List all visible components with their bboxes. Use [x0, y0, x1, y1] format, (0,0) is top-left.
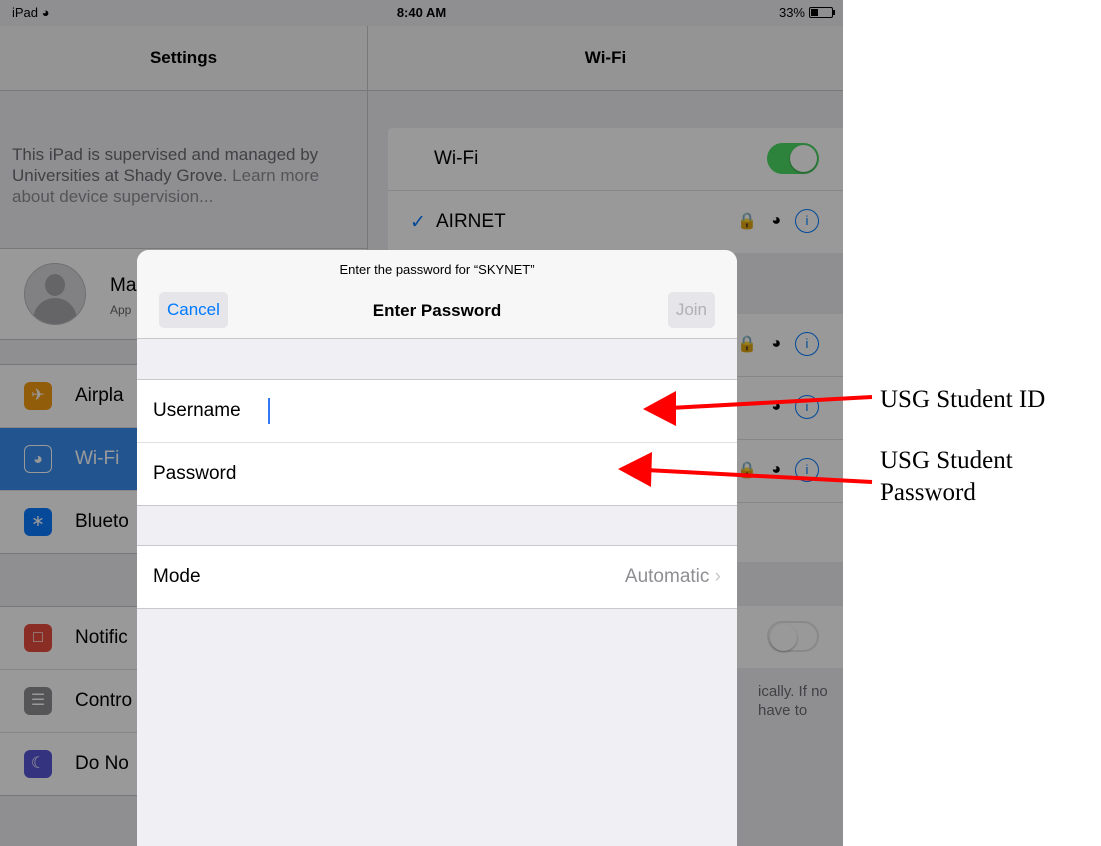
password-field[interactable]: Password — [137, 443, 737, 505]
mode-value: Automatic › — [625, 566, 721, 588]
mode-row[interactable]: Mode Automatic › — [137, 546, 737, 608]
mode-group: Mode Automatic › — [137, 545, 737, 609]
username-label: Username — [153, 400, 241, 421]
username-annotation: USG Student ID — [880, 386, 1046, 413]
cancel-button[interactable]: Cancel — [159, 292, 228, 328]
mode-value-text: Automatic — [624, 566, 710, 587]
dialog-header: Enter the password for “SKYNET” Enter Pa… — [137, 250, 737, 339]
text-cursor — [268, 398, 270, 424]
chevron-right-icon: › — [714, 566, 721, 587]
join-button[interactable]: Join — [667, 292, 715, 328]
password-annotation: USG Student Password — [880, 445, 1013, 509]
dialog-prompt: Enter the password for “SKYNET” — [339, 262, 535, 277]
ipad-screen: iPad ◕ 8:40 AM 33% Settings This iPad is… — [0, 0, 843, 846]
enter-password-dialog: Enter the password for “SKYNET” Enter Pa… — [137, 250, 737, 846]
credentials-group: Username Password — [137, 379, 737, 506]
username-field[interactable]: Username — [137, 380, 737, 443]
password-label: Password — [153, 463, 237, 484]
password-annotation-line1: USG Student — [880, 447, 1013, 474]
password-annotation-line2: Password — [880, 479, 976, 506]
mode-label: Mode — [153, 566, 201, 587]
